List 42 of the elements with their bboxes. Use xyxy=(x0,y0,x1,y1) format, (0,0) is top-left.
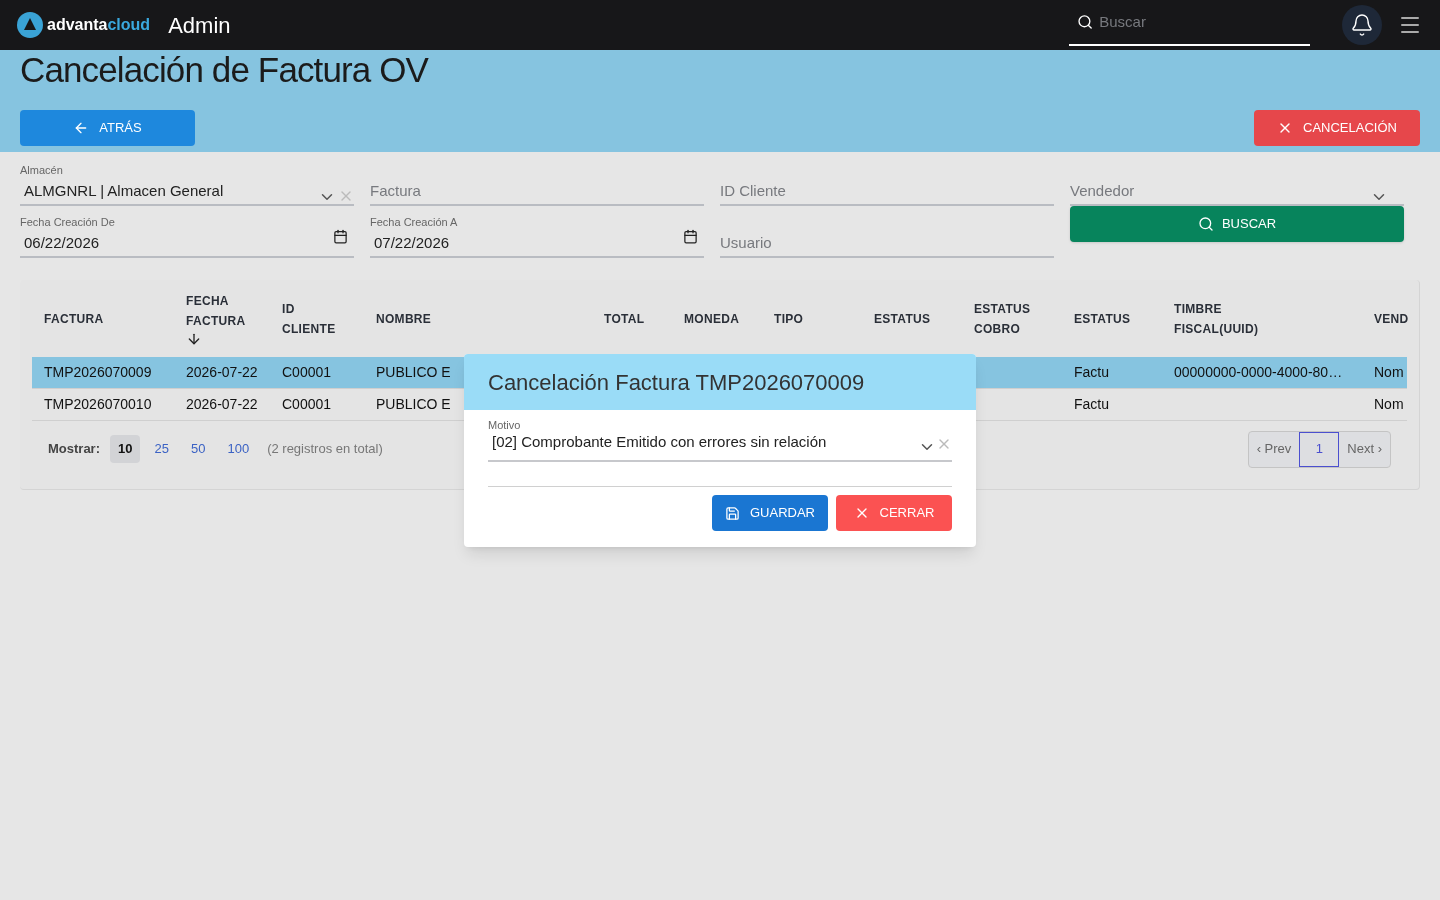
page-title: Cancelación de Factura OV xyxy=(20,50,430,90)
field-label: Motivo xyxy=(488,418,522,432)
table-cell: TMP2026070009 xyxy=(44,364,152,380)
column-header: FECHA FACTURA xyxy=(186,292,246,330)
table-cell: PUBLICO E xyxy=(376,364,451,380)
field-placeholder: Usuario xyxy=(720,232,773,253)
table-cell: Nom xyxy=(1374,396,1404,412)
table-cell: Factu xyxy=(1074,364,1109,380)
table-cell: TMP2026070010 xyxy=(44,396,152,412)
table-cell: C00001 xyxy=(282,396,332,412)
column-header: VEND xyxy=(1374,310,1409,328)
column-header: ID CLIENTE xyxy=(282,300,336,338)
field-label: Fecha Creación De xyxy=(20,215,115,230)
field-label: Almacén xyxy=(20,163,63,178)
field-placeholder: ID Cliente xyxy=(720,180,787,201)
field-value: [02] Comprobante Emitido con errores sin relación xyxy=(491,432,828,452)
column-header: NOMBRE xyxy=(376,310,432,328)
page-size-label: Mostrar: xyxy=(48,440,100,459)
field-value: 06/22/2026 xyxy=(23,232,101,253)
column-header: TIPO xyxy=(774,310,804,328)
total-count: (2 registros en total) xyxy=(267,440,383,459)
table-cell: 00000000-0000-4000-80… xyxy=(1174,364,1343,380)
column-header: ESTATUS xyxy=(874,310,931,328)
table-cell: Factu xyxy=(1074,396,1109,412)
column-header: MONEDA xyxy=(684,310,740,328)
field-value: 07/22/2026 xyxy=(373,232,451,253)
column-header: ESTATUS COBRO xyxy=(974,300,1031,338)
field-label: Fecha Creación A xyxy=(370,215,458,230)
column-header: TOTAL xyxy=(604,310,645,328)
field-value: ALMGNRL | Almacen General xyxy=(23,180,225,201)
column-header: TIMBRE FISCAL(UUID) xyxy=(1174,300,1259,338)
table-cell: PUBLICO E xyxy=(376,396,451,412)
column-header: FACTURA xyxy=(44,310,104,328)
table-cell: Nom xyxy=(1374,364,1404,380)
table-cell: 2026-07-22 xyxy=(186,396,258,412)
table-cell: C00001 xyxy=(282,364,332,380)
field-placeholder: Vendedor xyxy=(1070,180,1136,201)
table-cell: 2026-07-22 xyxy=(186,364,258,380)
field-placeholder: Factura xyxy=(370,180,422,201)
app-title: Admin xyxy=(168,11,231,40)
brand-name: advantacloud xyxy=(47,15,151,35)
column-header: ESTATUS xyxy=(1074,310,1131,328)
